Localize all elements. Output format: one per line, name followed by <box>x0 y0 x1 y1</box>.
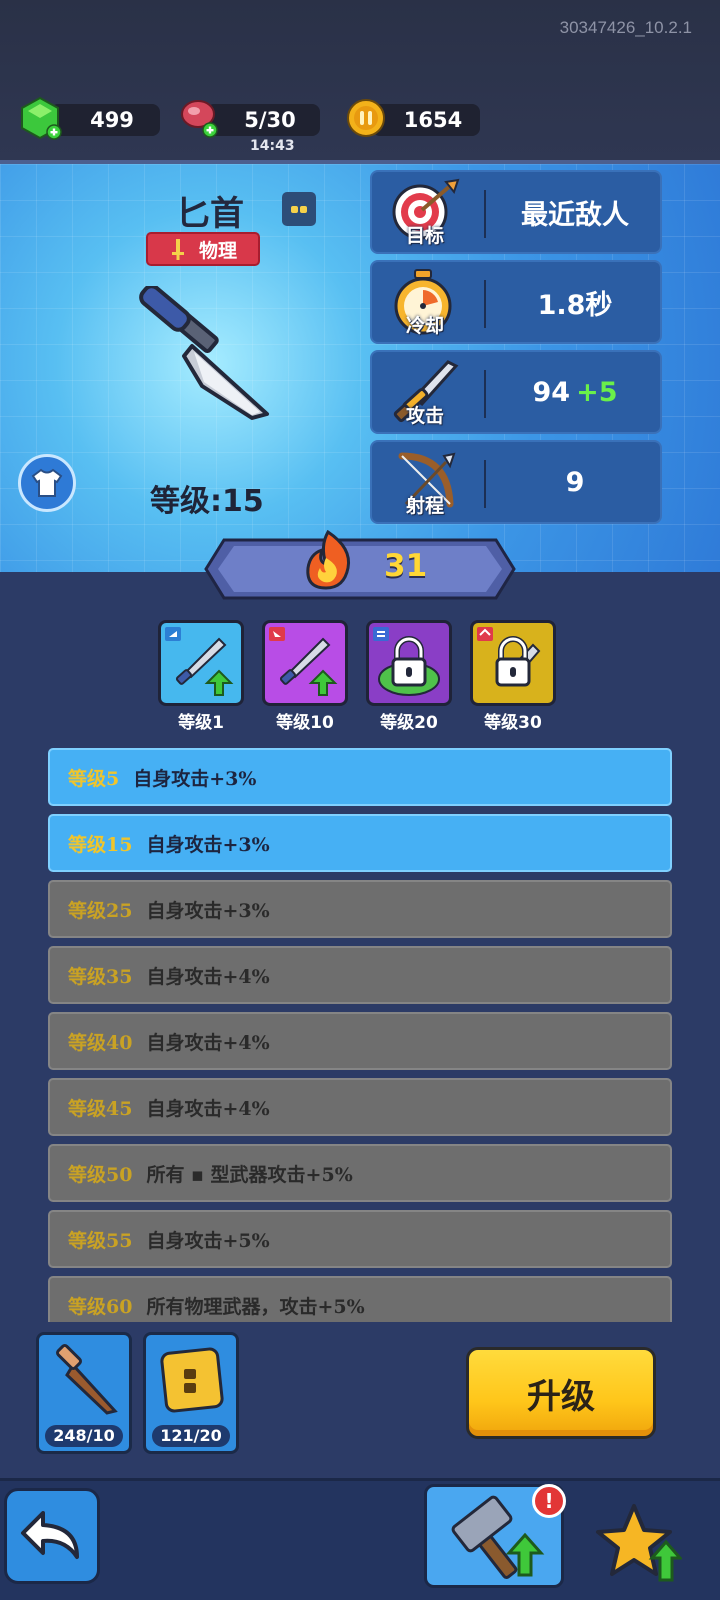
stat-cooldown: 冷却 1.8秒 <box>370 260 662 344</box>
perk-level: 等级55 <box>68 1229 133 1252</box>
gem-icon[interactable] <box>18 96 62 140</box>
gem-counter[interactable]: 499 <box>50 104 160 136</box>
evolution-slot-4[interactable] <box>470 620 556 706</box>
perk-text: 自身攻击+5% <box>146 1229 270 1252</box>
weapon-type-tag: 物理 <box>146 232 260 266</box>
sword-tag-icon <box>171 239 184 260</box>
material-count: 248/10 <box>45 1425 123 1447</box>
perk-list[interactable]: 等级5 自身攻击+3% 等级15 自身攻击+3% 等级25 自身攻击+3% 等级… <box>48 748 672 1322</box>
perk-row: 等级45 自身攻击+4% <box>48 1078 672 1136</box>
perk-row: 等级25 自身攻击+3% <box>48 880 672 938</box>
info-button[interactable] <box>282 192 316 226</box>
material-box[interactable]: 121/20 <box>143 1332 239 1454</box>
material-dagger[interactable]: 248/10 <box>36 1332 132 1454</box>
stat-value: 1.8秒 <box>537 289 613 321</box>
upgrade-button[interactable]: 升级 <box>466 1347 656 1439</box>
energy-count: 5/30 <box>244 108 296 132</box>
perk-level: 等级45 <box>68 1097 133 1120</box>
weapon-level: 等级:15 <box>150 484 264 519</box>
perk-level: 等级35 <box>68 965 133 988</box>
perk-text: 自身攻击+3% <box>146 833 270 856</box>
perk-level: 等级60 <box>68 1295 133 1318</box>
perk-level: 等级15 <box>68 833 133 856</box>
star-upgrade-icon[interactable] <box>594 1500 682 1588</box>
evolution-label-3: 等级20 <box>380 713 438 733</box>
stat-value: 9 <box>565 466 585 498</box>
evolution-slot-3[interactable] <box>366 620 452 706</box>
coin-counter[interactable]: 1654 <box>372 104 480 136</box>
back-arrow-icon <box>21 1511 79 1559</box>
perk-row: 等级40 自身攻击+4% <box>48 1012 672 1070</box>
perk-text: 自身攻击+4% <box>146 1097 270 1120</box>
stat-attack: 攻击 94 +5 <box>370 350 662 434</box>
fire-icon <box>306 529 351 590</box>
stat-target: 目标 最近敌人 <box>370 170 662 254</box>
perk-row: 等级35 自身攻击+4% <box>48 946 672 1004</box>
star-value: 31 <box>384 548 428 584</box>
star-level-banner <box>204 538 516 600</box>
weapon-panel: 匕首 物理 等级:15 目标 最近敌人 冷却 1.8秒 攻击 94 +5 射程 … <box>0 160 720 572</box>
perk-text: 所有 ▪ 型武器攻击+5% <box>146 1163 353 1186</box>
perk-row: 等级50 所有 ▪ 型武器攻击+5% <box>48 1144 672 1202</box>
perk-text: 自身攻击+4% <box>146 965 270 988</box>
forge-alert-badge: ! <box>532 1484 566 1518</box>
weapon-type-label: 物理 <box>198 239 237 262</box>
stat-bonus: +5 <box>576 376 618 408</box>
perk-row: 等级55 自身攻击+5% <box>48 1210 672 1268</box>
dagger-material-icon <box>56 1344 118 1415</box>
meat-icon[interactable] <box>178 96 222 140</box>
back-button[interactable] <box>4 1488 100 1584</box>
perk-text: 所有物理武器，攻击+5% <box>146 1295 365 1318</box>
perk-text: 自身攻击+4% <box>146 1031 270 1054</box>
dagger-icon <box>139 286 269 420</box>
stat-value: 最近敌人 <box>521 199 629 231</box>
evolution-slot-2[interactable] <box>262 620 348 706</box>
lock-icon <box>477 627 541 687</box>
evolution-slot-1[interactable] <box>158 620 244 706</box>
evolution-label-2: 等级10 <box>276 713 334 733</box>
shirt-icon <box>31 468 63 497</box>
dagger-upgrade-icon <box>165 627 234 696</box>
perk-row: 等级5 自身攻击+3% <box>48 748 672 806</box>
evolution-label-1: 等级1 <box>178 713 224 733</box>
material-count: 121/20 <box>152 1425 230 1447</box>
perk-level: 等级40 <box>68 1031 133 1054</box>
build-version: 30347426_10.2.1 <box>559 18 692 37</box>
stat-label: 攻击 <box>405 405 444 427</box>
perk-level: 等级5 <box>68 767 120 790</box>
lock-icon <box>373 627 440 696</box>
stat-label: 冷却 <box>405 315 444 337</box>
stat-range: 射程 9 <box>370 440 662 524</box>
perk-row: 等级15 自身攻击+3% <box>48 814 672 872</box>
perk-row: 等级60 所有物理武器，攻击+5% <box>48 1276 672 1322</box>
gem-count: 499 <box>90 108 134 132</box>
perk-level: 等级25 <box>68 899 133 922</box>
stat-value: 94 <box>532 376 571 408</box>
evolution-label-4: 等级30 <box>484 713 542 733</box>
dagger-upgrade-icon <box>269 627 338 696</box>
coin-count: 1654 <box>403 108 463 132</box>
stat-label: 目标 <box>405 225 444 247</box>
perk-text: 自身攻击+3% <box>133 767 257 790</box>
weapon-name: 匕首 <box>176 194 244 234</box>
perk-text: 自身攻击+3% <box>146 899 270 922</box>
stat-label: 射程 <box>405 495 444 517</box>
perk-level: 等级50 <box>68 1163 133 1186</box>
coin-icon <box>347 99 385 137</box>
energy-counter[interactable]: 5/30 <box>206 104 320 136</box>
energy-timer: 14:43 <box>250 138 295 154</box>
skin-button[interactable] <box>18 454 76 512</box>
design-box-icon <box>160 1347 224 1413</box>
